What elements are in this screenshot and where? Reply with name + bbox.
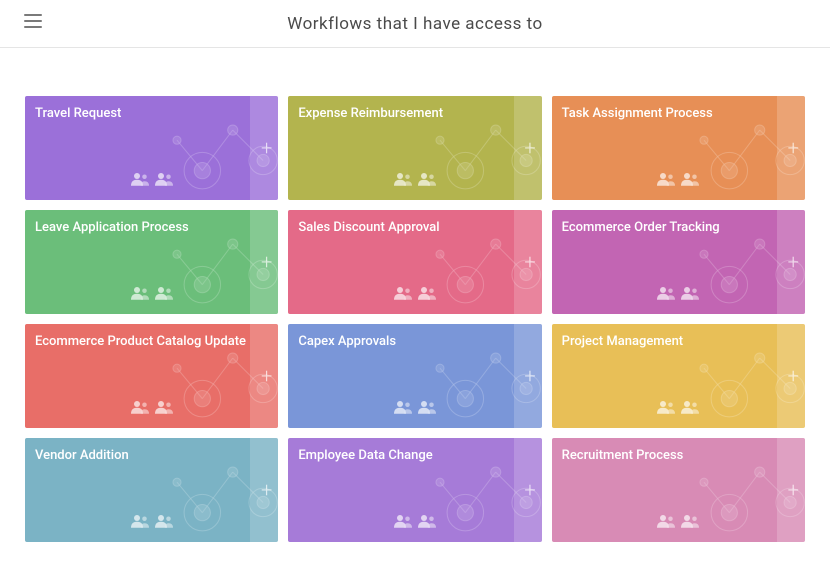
plus-icon[interactable]: +: [788, 478, 799, 502]
people-icon: [657, 285, 675, 304]
people-icon: [657, 513, 675, 532]
workflow-card-title: Vendor Addition: [35, 448, 129, 463]
people-icon: [394, 285, 412, 304]
workflow-card-title: Capex Approvals: [298, 334, 396, 349]
plus-icon[interactable]: +: [524, 136, 535, 160]
workflow-card[interactable]: Vendor Addition +: [25, 438, 278, 542]
page-title: Workflows that I have access to: [16, 14, 814, 34]
people-icon: [681, 171, 699, 190]
plus-icon[interactable]: +: [261, 136, 272, 160]
people-icon-group: [657, 399, 699, 418]
hamburger-menu-icon[interactable]: [24, 14, 42, 28]
plus-icon[interactable]: +: [788, 364, 799, 388]
people-icon: [394, 399, 412, 418]
plus-icon[interactable]: +: [261, 478, 272, 502]
header: Workflows that I have access to: [0, 0, 830, 48]
people-icon: [394, 513, 412, 532]
plus-icon[interactable]: +: [261, 250, 272, 274]
plus-icon[interactable]: +: [524, 478, 535, 502]
workflow-card[interactable]: Task Assignment Process +: [552, 96, 805, 200]
plus-icon[interactable]: +: [788, 250, 799, 274]
people-icon: [418, 513, 436, 532]
people-icon: [131, 171, 149, 190]
content: Travel Request+ Expense Reimbursement+ T: [0, 48, 830, 562]
people-icon: [418, 399, 436, 418]
workflow-card-title: Recruitment Process: [562, 448, 684, 463]
people-icon-group: [131, 285, 173, 304]
workflow-card[interactable]: Expense Reimbursement +: [288, 96, 541, 200]
workflow-card-title: Travel Request: [35, 106, 121, 121]
people-icon: [657, 399, 675, 418]
people-icon: [681, 285, 699, 304]
plus-icon[interactable]: +: [524, 250, 535, 274]
workflow-card[interactable]: Recruitment Process +: [552, 438, 805, 542]
workflow-card-title: Leave Application Process: [35, 220, 189, 235]
people-icon: [155, 513, 173, 532]
people-icon-group: [131, 399, 173, 418]
people-icon: [418, 171, 436, 190]
people-icon: [131, 399, 149, 418]
people-icon-group: [657, 513, 699, 532]
people-icon-group: [657, 285, 699, 304]
workflow-card[interactable]: Ecommerce Product Catalog Update +: [25, 324, 278, 428]
people-icon: [418, 285, 436, 304]
people-icon: [394, 171, 412, 190]
people-icon-group: [394, 285, 436, 304]
people-icon: [131, 513, 149, 532]
workflow-card-title: Ecommerce Order Tracking: [562, 220, 720, 235]
workflow-card[interactable]: Project Management +: [552, 324, 805, 428]
workflow-card-title: Project Management: [562, 334, 683, 349]
workflow-card-title: Employee Data Change: [298, 448, 432, 463]
workflow-card-title: Sales Discount Approval: [298, 220, 439, 235]
people-icon-group: [394, 171, 436, 190]
plus-icon[interactable]: +: [788, 136, 799, 160]
plus-icon[interactable]: +: [261, 364, 272, 388]
workflow-card[interactable]: Capex Approvals +: [288, 324, 541, 428]
people-icon: [155, 285, 173, 304]
people-icon: [155, 171, 173, 190]
workflow-card[interactable]: Ecommerce Order Tracking +: [552, 210, 805, 314]
workflow-card[interactable]: Sales Discount Approval +: [288, 210, 541, 314]
workflow-card-title: Expense Reimbursement: [298, 106, 443, 121]
plus-icon[interactable]: +: [524, 364, 535, 388]
people-icon-group: [394, 399, 436, 418]
people-icon-group: [131, 513, 173, 532]
workflow-card[interactable]: Employee Data Change +: [288, 438, 541, 542]
people-icon-group: [131, 171, 173, 190]
people-icon: [681, 399, 699, 418]
people-icon: [657, 171, 675, 190]
people-icon-group: [394, 513, 436, 532]
workflow-card[interactable]: Travel Request +: [25, 96, 278, 200]
workflow-card-title: Task Assignment Process: [562, 106, 713, 121]
workflow-card[interactable]: Leave Application Process +: [25, 210, 278, 314]
people-icon: [131, 285, 149, 304]
workflow-card-title: Ecommerce Product Catalog Update: [35, 334, 246, 349]
people-icon-group: [657, 171, 699, 190]
workflow-grid: Travel Request+ Expense Reimbursement+ T: [25, 96, 805, 542]
people-icon: [155, 399, 173, 418]
people-icon: [681, 513, 699, 532]
